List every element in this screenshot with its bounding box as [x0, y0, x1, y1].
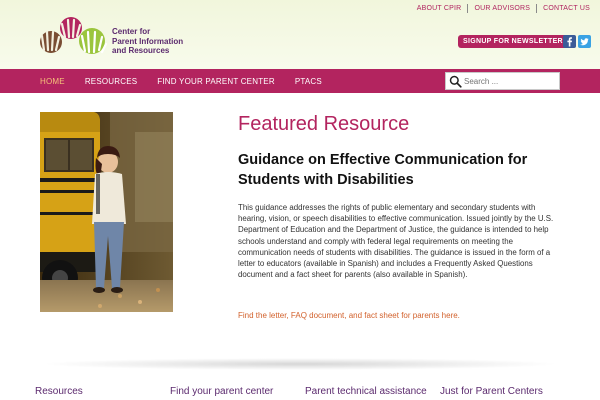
school-bus-girl-image: [40, 112, 173, 312]
resource-description: This guidance addresses the rights of pu…: [238, 203, 554, 280]
logo-text: Center for Parent Information and Resour…: [112, 27, 183, 56]
logo-line-2: Parent Information: [112, 36, 184, 46]
featured-photo: [40, 112, 173, 312]
contact-us-link[interactable]: CONTACT US: [537, 5, 590, 12]
site-logo[interactable]: Center for Parent Information and Resour…: [38, 10, 198, 60]
footer-find-parent-center-heading[interactable]: Find your parent center: [170, 386, 273, 397]
site-header: Center for Parent Information and Resour…: [0, 0, 600, 69]
search-input[interactable]: [464, 74, 558, 88]
utility-links: ABOUT CPIR OUR ADVISORS CONTACT US: [411, 4, 590, 13]
footer-columns: Resources Find your parent center Parent…: [0, 386, 600, 400]
twitter-icon[interactable]: [578, 35, 591, 48]
resource-title: Guidance on Effective Communication for …: [238, 152, 528, 188]
logo-line-3: and Resources: [112, 46, 170, 55]
signup-newsletter-button[interactable]: SIGNUP FOR NEWSLETTER: [458, 35, 568, 48]
section-divider: [40, 358, 560, 370]
footer-parent-ta-heading[interactable]: Parent technical assistance: [305, 386, 427, 397]
nav-item-find-parent-center[interactable]: FIND YOUR PARENT CENTER: [157, 77, 275, 86]
nav-item-resources[interactable]: RESOURCES: [85, 77, 137, 86]
search-box: [445, 72, 560, 90]
nav-item-home[interactable]: HOME: [40, 77, 65, 86]
footer-resources-heading[interactable]: Resources: [35, 386, 83, 397]
footer-just-for-parent-centers-heading[interactable]: Just for Parent Centers: [440, 386, 543, 397]
facebook-icon[interactable]: [563, 35, 576, 48]
resource-link[interactable]: Find the letter, FAQ document, and fact …: [238, 311, 460, 320]
nav-item-ptacs[interactable]: PTACS: [295, 77, 322, 86]
about-cpir-link[interactable]: ABOUT CPIR: [411, 5, 468, 12]
our-advisors-link[interactable]: OUR ADVISORS: [468, 5, 536, 12]
main-nav: HOME RESOURCES FIND YOUR PARENT CENTER P…: [0, 69, 600, 93]
search-icon[interactable]: [449, 75, 462, 88]
logo-line-1: Center for: [112, 27, 151, 36]
featured-resource-heading: Featured Resource: [238, 113, 410, 135]
hands-logo-icon: [40, 17, 108, 54]
